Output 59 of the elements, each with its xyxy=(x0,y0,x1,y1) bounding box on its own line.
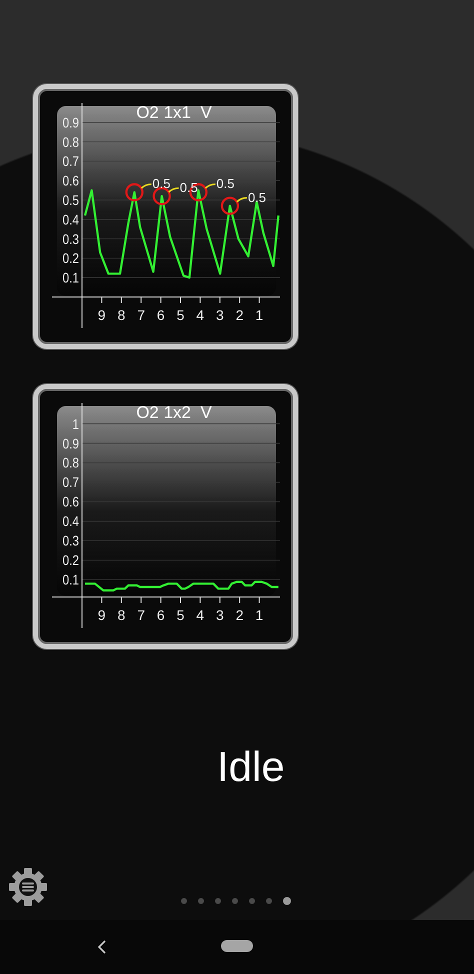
axis-label: 6 xyxy=(156,307,165,323)
axis-label: 4 xyxy=(196,307,204,323)
axis-label: 8 xyxy=(118,307,126,323)
axis-label: 0.9 xyxy=(62,435,79,452)
axis-label: 7 xyxy=(137,607,145,623)
axis-label: 6 xyxy=(156,607,165,623)
axis-label: 0.1 xyxy=(62,572,79,588)
axis-label: 1 xyxy=(255,307,264,323)
data-label: 0.5 xyxy=(248,190,266,205)
axis-label: 0.6 xyxy=(62,494,79,510)
page-dot[interactable] xyxy=(232,898,238,904)
axis-label: 0.7 xyxy=(62,474,79,490)
axis-label: 0.4 xyxy=(62,211,79,228)
page-dot[interactable] xyxy=(180,898,186,904)
axis-label: 5 xyxy=(176,307,184,323)
axis-label: 2 xyxy=(236,607,244,623)
axis-label: 0.6 xyxy=(62,172,79,189)
status-text: Idle xyxy=(217,746,285,788)
axis-label: 0.5 xyxy=(62,192,79,208)
leader-line xyxy=(140,183,152,189)
axis-label: 0.2 xyxy=(62,552,79,568)
axis-label: 0.8 xyxy=(62,134,79,150)
chart-title: O2 1x2 V xyxy=(136,403,212,422)
axis-label: 7 xyxy=(137,307,145,323)
axis-label: 2 xyxy=(236,307,244,323)
axis-label: 0.8 xyxy=(62,454,79,471)
axis-label: 4 xyxy=(196,607,204,623)
axis-label: 0.4 xyxy=(62,513,79,530)
axis-label: 0.3 xyxy=(62,532,79,549)
leader-line xyxy=(204,183,216,189)
marker-circle xyxy=(152,187,171,206)
axis-label: 8 xyxy=(118,607,126,623)
page-dot[interactable] xyxy=(214,898,220,904)
axis-label: 9 xyxy=(98,607,106,623)
page-dot[interactable] xyxy=(266,898,272,904)
back-icon[interactable] xyxy=(97,940,107,954)
data-label: 0.5 xyxy=(152,176,170,192)
marker-circle xyxy=(125,183,144,202)
axis-label: 0.2 xyxy=(62,250,79,266)
leader-line xyxy=(168,187,179,193)
axis-label: 5 xyxy=(176,607,184,623)
axis-label: 3 xyxy=(216,307,224,323)
page-dot[interactable] xyxy=(248,898,254,904)
home-handle[interactable] xyxy=(221,940,253,952)
axis-label: 1 xyxy=(255,607,264,623)
leader-line xyxy=(236,197,247,202)
axis-label: 0.1 xyxy=(62,270,79,286)
data-label: 0.5 xyxy=(216,176,234,192)
axis-label: 9 xyxy=(98,307,106,323)
page-dot[interactable] xyxy=(198,898,204,904)
axis-label: 0.7 xyxy=(62,153,79,170)
settings-icon[interactable] xyxy=(8,867,48,907)
axis-label: 0.9 xyxy=(62,114,79,131)
axis-label: 3 xyxy=(216,607,224,623)
page-dot[interactable] xyxy=(282,897,290,905)
axis-label: 0.3 xyxy=(62,230,79,248)
chart-title: O2 1x1 V xyxy=(136,103,212,122)
marker-circle xyxy=(220,196,240,215)
axis-label: 1 xyxy=(72,416,79,432)
